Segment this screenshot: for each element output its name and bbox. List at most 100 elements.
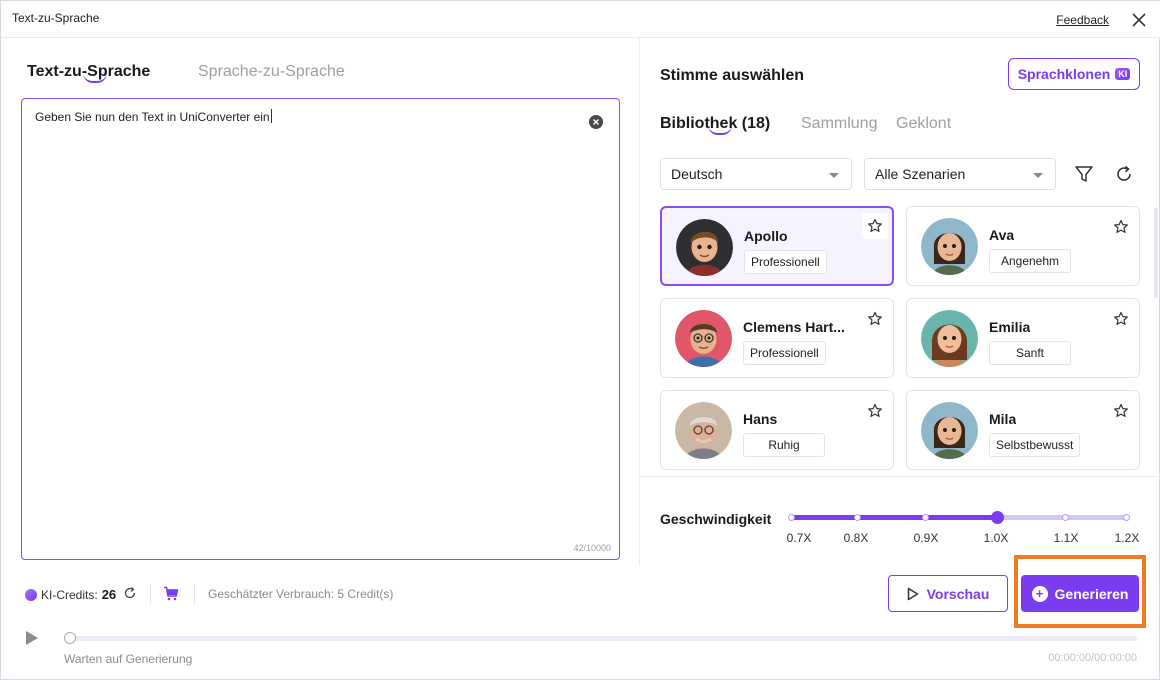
filter-icon[interactable] [1073,163,1095,185]
tab-label: Sammlung [801,115,878,132]
voice-tag: Sanft [989,341,1071,365]
credits-gem-icon [25,588,37,601]
star-icon[interactable] [1113,403,1129,419]
tab-library[interactable]: Bibliothek (18) [660,115,770,135]
voice-tag: Angenehm [989,249,1071,273]
tab-collection[interactable]: Sammlung [801,115,877,133]
speed-tick: 0.7X [786,531,812,545]
slider-step [854,514,861,521]
chevron-down-icon [829,173,839,178]
voice-tag: Professionell [744,250,827,274]
ki-badge: KI [1115,68,1131,80]
generate-label: Generieren [1054,585,1129,602]
avatar [921,402,978,459]
voice-card-apollo[interactable]: Apollo Professionell [660,206,894,286]
text-input-panel: Text-zu-Sprache Sprache-zu-Sprache Geben… [1,38,640,566]
preview-button[interactable]: Vorschau [888,575,1008,612]
slider-step [1123,514,1130,521]
playback-progress[interactable] [69,636,1137,641]
clear-text-icon[interactable] [589,115,603,129]
star-icon[interactable] [1113,311,1129,327]
voice-tag: Ruhig [743,433,825,457]
avatar [675,402,732,459]
avatar [676,219,733,276]
play-icon[interactable] [25,630,39,646]
playback-time: 00:00:00/00:00:00 [1048,652,1137,664]
generate-button[interactable]: + Generieren [1021,575,1139,612]
credits-label: KI-Credits: [41,587,98,602]
language-select[interactable]: Deutsch [660,158,852,190]
window-title: Text-zu-Sprache [12,11,100,25]
feedback-link[interactable]: Feedback [1056,13,1109,27]
audio-player [25,628,1140,648]
speed-tick: 1.2X [1114,531,1140,545]
star-icon[interactable] [867,311,883,327]
star-icon[interactable] [867,403,883,419]
speed-tick: 1.0X [983,531,1009,545]
slider-step [788,514,795,521]
refresh-icon[interactable] [1113,163,1135,185]
speed-control: Geschwindigkeit 0.7X 0.8X 0.9X 1.0X 1.1X… [641,476,1160,566]
play-icon [907,587,918,600]
ki-credits: KI-Credits: 26 [25,587,116,602]
scenario-select-value: Alle Szenarien [875,166,966,182]
estimated-usage: Geschätzter Verbrauch: 5 Credit(s) [208,587,394,601]
tab-speech-to-speech[interactable]: Sprache-zu-Sprache [198,63,345,81]
chevron-down-icon [1033,173,1043,178]
active-tab-indicator [708,125,732,135]
cart-icon[interactable] [163,586,179,601]
divider [194,584,195,604]
voice-clone-label: Sprachklonen [1017,66,1111,82]
close-icon[interactable] [1129,10,1149,30]
playback-handle[interactable] [64,632,76,644]
bottom-bar: KI-Credits: 26 Geschätzter Verbrauch: 5 … [1,555,1160,680]
avatar [675,310,732,367]
active-tab-indicator [83,73,107,83]
divider [150,584,151,604]
voice-card-emilia[interactable]: Emilia Sanft [906,298,1140,378]
speed-tick: 0.9X [913,531,939,545]
voice-card-mila[interactable]: Mila Selbstbewusst [906,390,1140,470]
speed-tick-labels: 0.7X 0.8X 0.9X 1.0X 1.1X 1.2X [786,531,1140,545]
slider-fill [789,515,997,520]
editor-text: Geben Sie nun den Text in UniConverter e… [35,109,272,124]
voice-card-hans[interactable]: Hans Ruhig [660,390,894,470]
voice-tag: Selbstbewusst [989,433,1081,457]
app-window: Text-zu-Sprache Feedback Text-zu-Sprache… [0,0,1160,680]
scenario-select[interactable]: Alle Szenarien [864,158,1056,190]
tab-text-to-speech[interactable]: Text-zu-Sprache [27,63,150,83]
text-caret [270,109,272,123]
generate-icon: + [1031,585,1048,602]
voice-card-clemens[interactable]: Clemens Hart... Professionell [660,298,894,378]
avatar [921,310,978,367]
voice-clone-button[interactable]: Sprachklonen KI [1008,58,1140,90]
star-icon[interactable] [867,218,883,234]
voice-list: Apollo Professionell Ava Angenehm Clemen… [660,206,1140,470]
tab-cloned[interactable]: Geklont [896,115,951,133]
voice-name: Hans [743,411,778,427]
credits-value: 26 [101,587,117,602]
voice-panel-title: Stimme auswählen [660,67,805,84]
speed-tick: 1.1X [1053,531,1079,545]
speed-slider[interactable] [788,511,1130,524]
voice-list-scrollbar[interactable] [1154,208,1158,298]
speed-label: Geschwindigkeit [660,511,772,527]
generation-status: Warten auf Generierung [64,652,193,666]
refresh-credits-icon[interactable] [123,586,137,600]
text-editor[interactable]: Geben Sie nun den Text in UniConverter e… [21,98,620,560]
voice-name: Ava [989,227,1015,243]
tab-label: Sprache-zu-Sprache [198,63,345,80]
slider-step [922,514,929,521]
voice-name: Mila [989,411,1017,427]
voice-card-ava[interactable]: Ava Angenehm [906,206,1140,286]
voice-name: Apollo [744,228,788,244]
title-bar: Text-zu-Sprache Feedback [1,1,1160,38]
language-select-value: Deutsch [671,166,723,182]
voice-tag: Professionell [743,341,826,365]
preview-label: Vorschau [926,585,990,602]
tab-label: Geklont [896,115,952,132]
slider-step [1062,514,1069,521]
voice-name: Emilia [989,319,1031,335]
star-icon[interactable] [1113,219,1129,235]
slider-handle[interactable] [991,511,1004,524]
